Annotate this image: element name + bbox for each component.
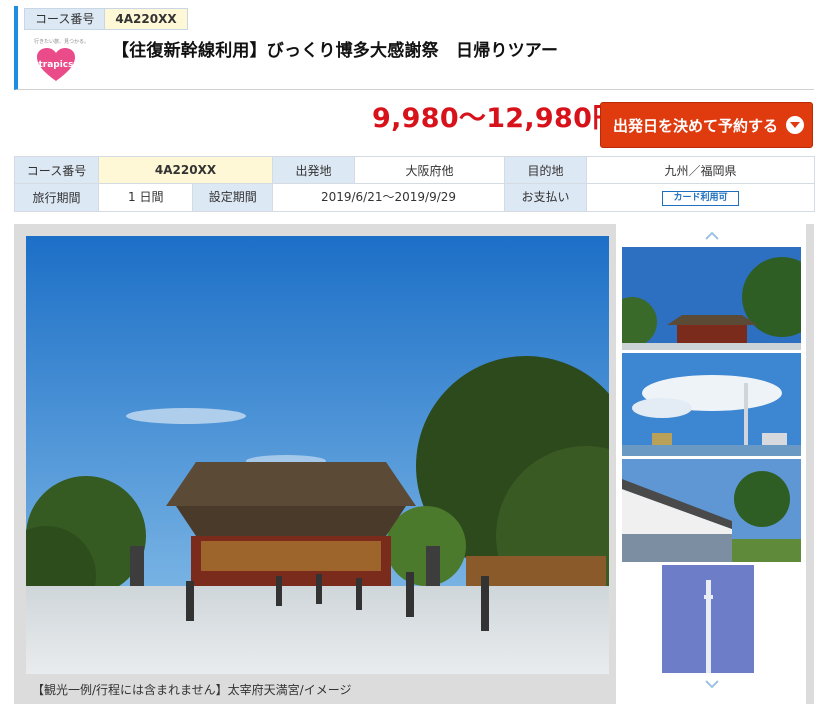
course-tag: コース番号 4A220XX (24, 8, 188, 30)
price-range: 9,980〜12,980円 (372, 103, 620, 134)
thumbnail-tower[interactable] (622, 565, 801, 673)
thumbnail-shrine[interactable] (622, 247, 801, 350)
info-course-value: 4A220XX (98, 156, 273, 184)
photo-caption: 【観光一例/行程には含まれません】太宰府天満宮/イメージ (32, 683, 352, 697)
card-accepted-badge: カード利用可 (662, 191, 739, 206)
book-departure-button[interactable]: 出発日を決めて予約する (600, 102, 813, 148)
trapics-logo[interactable]: 行きたい旅、見つかる。 trapics (34, 38, 90, 84)
course-tag-label: コース番号 (25, 9, 106, 29)
tour-header: コース番号 4A220XX 行きたい旅、見つかる。 trapics 【往復新幹線… (14, 6, 814, 90)
main-photo (26, 236, 609, 674)
thumbnail-strip (616, 224, 806, 704)
info-payment-label: お支払い (504, 184, 586, 211)
info-depart-label: 出発地 (272, 156, 355, 184)
shrine-photo (26, 236, 609, 674)
tour-info-table: コース番号 4A220XX 出発地 大阪府他 目的地 九州／福岡県 旅行期間 1… (14, 156, 815, 212)
info-depart-value: 大阪府他 (354, 156, 505, 184)
logo-tagline: 行きたい旅、見つかる。 (34, 39, 90, 45)
heart-logo-icon: trapics (37, 48, 75, 81)
table-row: 旅行期間 1 日間 設定期間 2019/6/21〜2019/9/29 お支払い … (14, 183, 815, 212)
chevron-up-icon[interactable] (704, 228, 720, 244)
logo-text: trapics (38, 60, 73, 70)
info-dest-label: 目的地 (504, 156, 587, 184)
table-row: コース番号 4A220XX 出発地 大阪府他 目的地 九州／福岡県 (14, 156, 815, 184)
course-tag-code: 4A220XX (105, 9, 187, 29)
info-course-label: コース番号 (14, 156, 99, 184)
chevron-down-icon (786, 116, 805, 134)
book-button-label: 出発日を決めて予約する (613, 116, 779, 135)
info-period-label: 旅行期間 (14, 183, 99, 212)
photo-gallery: 【観光一例/行程には含まれません】太宰府天満宮/イメージ (14, 224, 814, 704)
info-setting-label: 設定期間 (192, 184, 272, 211)
thumbnail-white-wall[interactable] (622, 459, 801, 562)
chevron-down-icon[interactable] (704, 676, 720, 692)
info-dest-value: 九州／福岡県 (586, 156, 815, 184)
info-setting-value: 2019/6/21〜2019/9/29 (320, 190, 457, 204)
page-title: 【往復新幹線利用】びっくり博多大感謝祭 日帰りツアー (112, 41, 559, 61)
thumbnail-city-skyline[interactable] (622, 353, 801, 456)
info-period-value: 1 日間 (128, 190, 164, 204)
